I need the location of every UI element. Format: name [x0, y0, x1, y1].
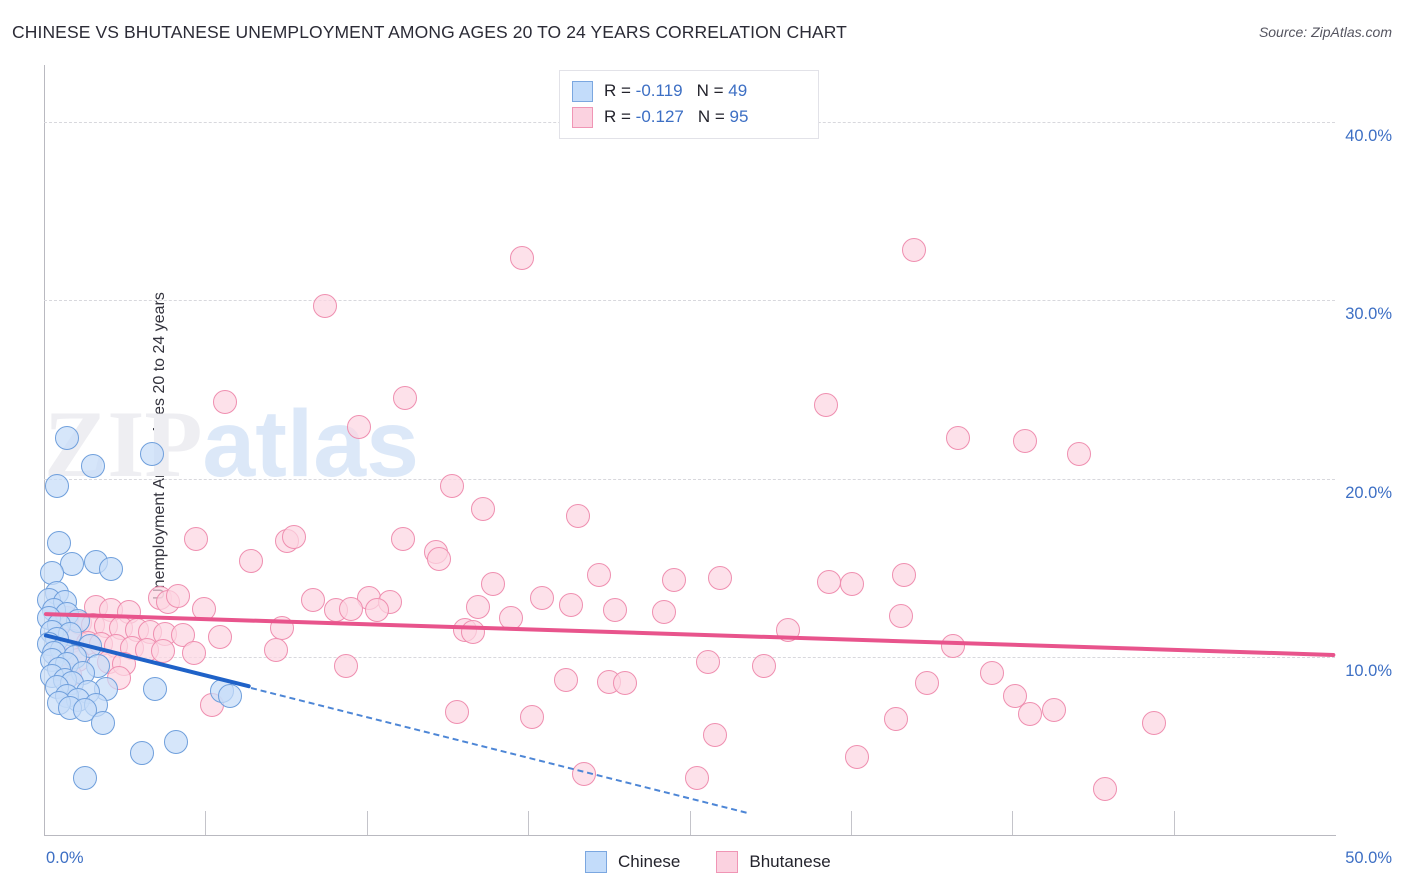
x-axis-max-label: 50.0%	[1345, 849, 1392, 867]
data-point[interactable]	[207, 625, 232, 650]
page-title: CHINESE VS BHUTANESE UNEMPLOYMENT AMONG …	[12, 22, 847, 42]
data-point[interactable]	[1067, 441, 1092, 466]
stats-swatch-bhutanese	[572, 106, 593, 128]
data-point[interactable]	[238, 548, 263, 573]
data-point[interactable]	[602, 598, 627, 623]
y-axis-label: 40.0%	[1345, 127, 1392, 146]
r-value-bhutanese: -0.127	[635, 107, 684, 126]
legend-item-chinese[interactable]: Chinese	[585, 851, 680, 873]
stats-swatch-chinese	[572, 80, 593, 102]
data-point[interactable]	[1142, 710, 1167, 735]
data-point[interactable]	[979, 660, 1004, 685]
legend-item-bhutanese[interactable]: Bhutanese	[716, 851, 831, 873]
data-point[interactable]	[130, 741, 155, 765]
x-axis-tick	[205, 811, 206, 835]
y-axis-label: 10.0%	[1345, 661, 1392, 680]
legend-swatch-chinese	[585, 851, 607, 873]
legend-label-chinese: Chinese	[618, 852, 681, 871]
data-point[interactable]	[553, 667, 578, 692]
data-point[interactable]	[460, 619, 485, 644]
gridline	[44, 300, 1335, 301]
x-axis-tick	[851, 811, 852, 835]
data-point[interactable]	[1018, 701, 1043, 726]
data-point[interactable]	[300, 587, 325, 612]
n-label-chinese: N =	[696, 81, 729, 100]
x-axis-tick	[1174, 811, 1175, 835]
data-point[interactable]	[264, 637, 289, 662]
data-point[interactable]	[940, 634, 965, 659]
r-value-chinese: -0.119	[635, 81, 683, 100]
legend-swatch-bhutanese	[716, 851, 739, 873]
data-point[interactable]	[390, 527, 415, 552]
data-point[interactable]	[313, 293, 338, 318]
data-point[interactable]	[143, 676, 168, 701]
gridline	[44, 657, 1335, 658]
y-axis-label: 20.0%	[1345, 483, 1392, 502]
data-point[interactable]	[140, 441, 165, 466]
x-axis-tick	[690, 811, 691, 835]
data-point[interactable]	[91, 710, 116, 735]
data-point[interactable]	[752, 653, 777, 678]
data-point[interactable]	[81, 454, 106, 479]
data-point[interactable]	[889, 603, 914, 628]
data-point[interactable]	[347, 414, 371, 439]
data-point[interactable]	[558, 593, 583, 618]
y-axis-title-wrap: Unemployment Among Ages 20 to 24 years	[12, 0, 168, 892]
source-attribution: Source: ZipAtlas.com	[1258, 24, 1392, 40]
data-point[interactable]	[334, 653, 359, 678]
data-point[interactable]	[695, 650, 720, 675]
data-point[interactable]	[439, 473, 464, 498]
data-point[interactable]	[339, 596, 364, 621]
y-axis-label: 30.0%	[1345, 305, 1392, 324]
r-label-chinese: R =	[604, 81, 636, 100]
x-axis-tick	[528, 811, 529, 835]
stats-text-bhutanese: R = -0.127 N = 95	[604, 107, 748, 127]
stats-text-chinese: R = -0.119 N = 49	[604, 81, 747, 101]
data-point[interactable]	[163, 730, 188, 755]
r-label-bhutanese: R =	[604, 107, 636, 126]
data-point[interactable]	[445, 700, 470, 724]
data-point[interactable]	[465, 594, 490, 619]
stats-row-bhutanese: R = -0.127 N = 95	[572, 104, 808, 130]
data-point[interactable]	[662, 568, 686, 593]
data-point[interactable]	[1093, 776, 1118, 801]
data-point[interactable]	[481, 571, 506, 596]
data-point[interactable]	[891, 562, 916, 587]
x-axis-min-label: 0.0%	[46, 849, 84, 867]
data-point[interactable]	[212, 389, 237, 414]
x-axis-line	[44, 835, 1336, 836]
data-point[interactable]	[44, 473, 69, 498]
stats-legend: R = -0.119 N = 49 R = -0.127 N = 95	[559, 70, 819, 139]
data-point[interactable]	[427, 546, 452, 571]
data-point[interactable]	[651, 600, 676, 625]
data-point[interactable]	[217, 683, 242, 708]
data-point[interactable]	[55, 425, 80, 450]
data-point[interactable]	[845, 744, 870, 769]
legend-label-bhutanese: Bhutanese	[749, 852, 831, 871]
data-point[interactable]	[470, 496, 495, 521]
data-point[interactable]	[840, 571, 865, 596]
data-point[interactable]	[884, 707, 909, 732]
x-axis-tick	[367, 811, 368, 835]
n-value-bhutanese: 95	[729, 107, 749, 126]
data-point[interactable]	[1041, 698, 1066, 723]
gridline	[44, 479, 1335, 480]
x-axis-tick	[1012, 811, 1013, 835]
data-point[interactable]	[816, 569, 841, 594]
data-point[interactable]	[946, 425, 971, 450]
n-label-bhutanese: N =	[697, 107, 730, 126]
n-value-chinese: 49	[728, 81, 748, 100]
data-point[interactable]	[47, 530, 72, 555]
data-point[interactable]	[509, 245, 534, 270]
correlation-chart: CHINESE VS BHUTANESE UNEMPLOYMENT AMONG …	[0, 0, 1406, 892]
data-point[interactable]	[181, 641, 206, 666]
series-legend: Chinese Bhutanese	[585, 851, 867, 873]
data-point[interactable]	[587, 562, 612, 587]
stats-row-chinese: R = -0.119 N = 49	[572, 78, 808, 104]
